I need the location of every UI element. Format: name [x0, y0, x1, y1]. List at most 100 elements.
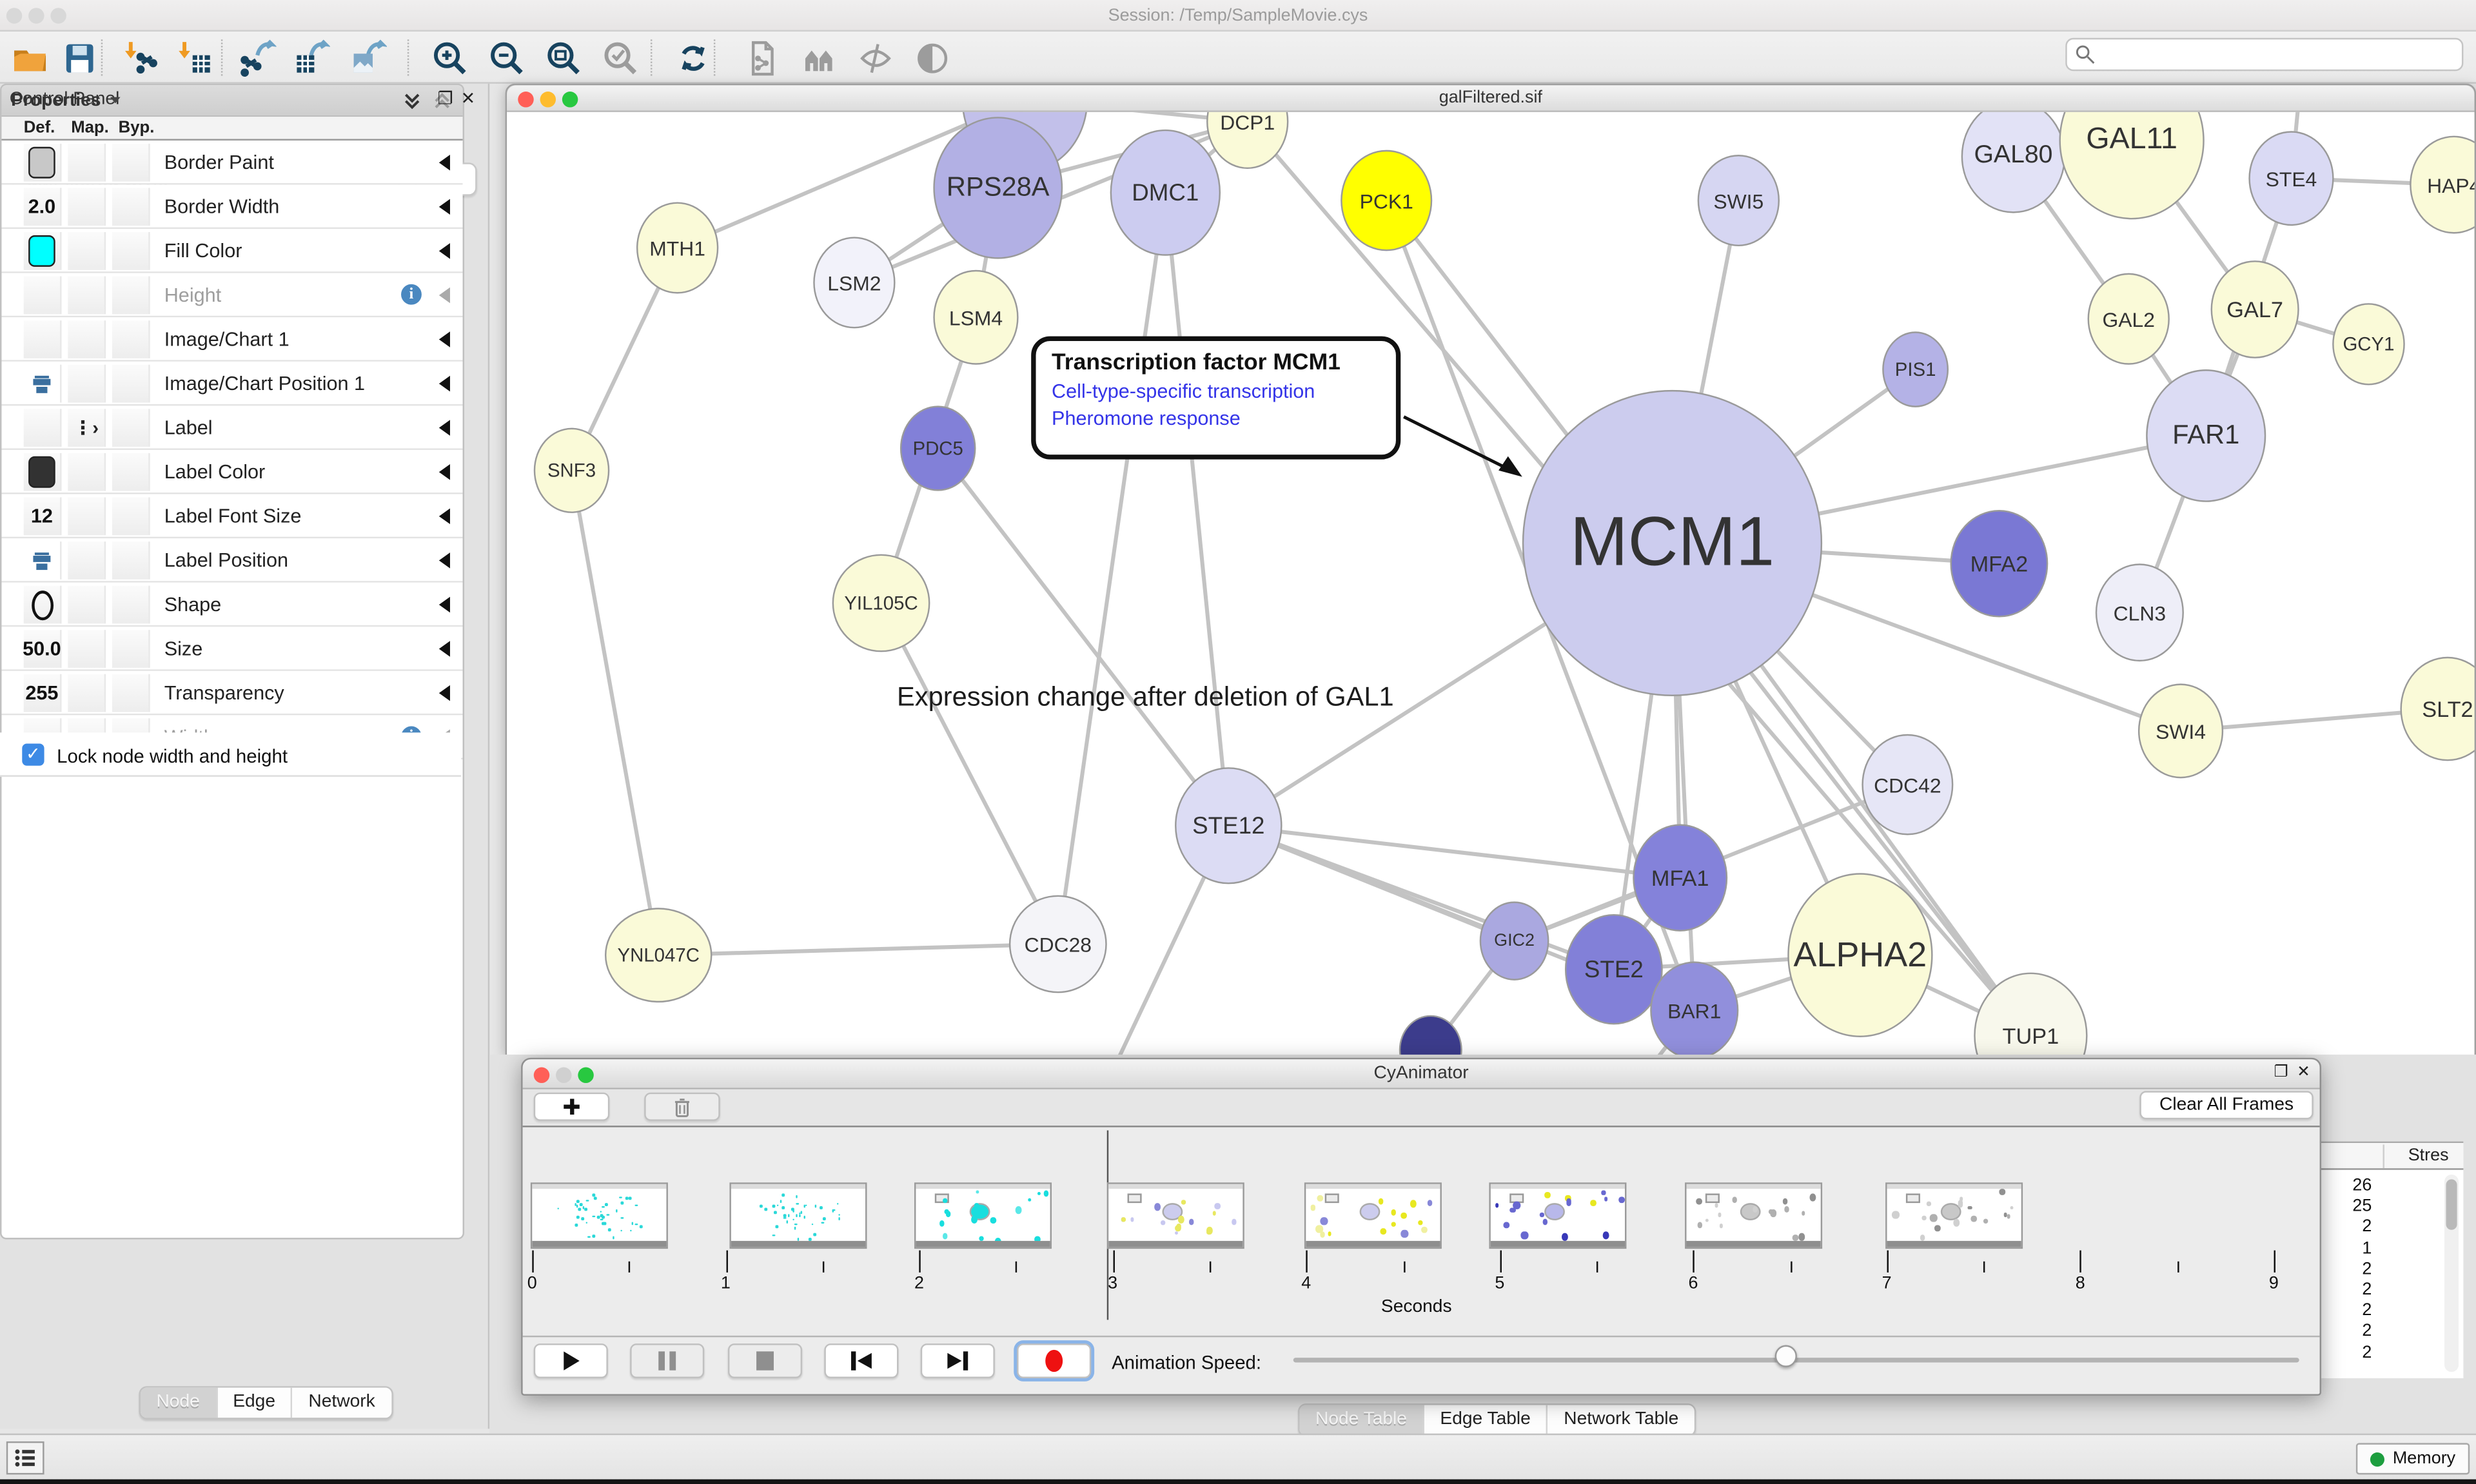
map-cell[interactable]: [68, 674, 106, 712]
def-cell[interactable]: [24, 409, 62, 447]
network-node-ste4[interactable]: STE4: [2248, 131, 2334, 226]
network-node-ynl047c[interactable]: YNL047C: [605, 908, 712, 1002]
minimize-icon[interactable]: [540, 92, 556, 107]
close-panel-icon[interactable]: ✕: [461, 88, 476, 109]
network-node-pis1[interactable]: PIS1: [1882, 331, 1949, 407]
frame-thumbnail-0[interactable]: [531, 1182, 668, 1249]
property-row-border-paint[interactable]: Border Paint: [1, 141, 462, 185]
export-image-button[interactable]: [344, 36, 391, 79]
property-row-label-position[interactable]: Label Position: [1, 538, 462, 583]
maximize-icon[interactable]: [578, 1068, 593, 1083]
refresh-layout-button[interactable]: [669, 36, 716, 79]
expand-all-icon[interactable]: [401, 89, 423, 111]
byp-cell[interactable]: [112, 630, 150, 668]
expand-row-icon[interactable]: [439, 552, 450, 568]
def-cell[interactable]: [24, 144, 62, 182]
tab-network[interactable]: Network: [293, 1388, 391, 1418]
def-cell[interactable]: [24, 320, 62, 358]
network-node-cdc28[interactable]: CDC28: [1009, 895, 1107, 993]
property-row-height[interactable]: Heighti: [1, 273, 462, 318]
map-cell[interactable]: [68, 365, 106, 403]
previous-frame-button[interactable]: [824, 1343, 898, 1378]
network-node-gal7[interactable]: GAL7: [2211, 260, 2299, 358]
network-node-yil105c[interactable]: YIL105C: [832, 554, 930, 652]
window-close-button[interactable]: [6, 8, 22, 23]
network-node-swi4[interactable]: SWI4: [2138, 683, 2223, 778]
task-history-button[interactable]: [6, 1441, 44, 1474]
map-cell[interactable]: [68, 542, 106, 580]
byp-cell[interactable]: [112, 453, 150, 491]
expand-row-icon[interactable]: [439, 331, 450, 347]
map-cell[interactable]: [68, 188, 106, 226]
float-panel-icon[interactable]: ❐: [438, 88, 453, 109]
add-frame-button[interactable]: [534, 1093, 610, 1121]
network-node-ste12[interactable]: STE12: [1175, 767, 1282, 884]
annotation-box[interactable]: Transcription factor MCM1 Cell-type-spec…: [1031, 337, 1400, 460]
scrollbar-thumb[interactable]: [2446, 1179, 2457, 1229]
memory-button[interactable]: Memory: [2357, 1443, 2470, 1474]
pause-button[interactable]: [630, 1343, 704, 1378]
network-node-gal2[interactable]: GAL2: [2088, 273, 2170, 365]
def-cell[interactable]: 255: [24, 674, 62, 712]
byp-cell[interactable]: [112, 232, 150, 270]
expand-row-icon[interactable]: [439, 597, 450, 612]
frame-thumbnail-4[interactable]: [1304, 1182, 1442, 1249]
expand-row-icon[interactable]: [439, 420, 450, 435]
byp-cell[interactable]: [112, 586, 150, 624]
byp-cell[interactable]: [112, 188, 150, 226]
def-cell[interactable]: 50.0: [24, 630, 62, 668]
def-cell[interactable]: [24, 542, 62, 580]
map-cell[interactable]: [68, 453, 106, 491]
expand-row-icon[interactable]: [439, 509, 450, 524]
property-row-label-color[interactable]: Label Color: [1, 450, 462, 494]
network-node-ste2[interactable]: STE2: [1565, 914, 1663, 1024]
network-node-snf3[interactable]: SNF3: [534, 428, 610, 513]
column-stress[interactable]: Stres: [2408, 1146, 2449, 1165]
network-node-swi5[interactable]: SWI5: [1698, 155, 1780, 246]
maximize-icon[interactable]: [562, 92, 578, 107]
timeline-strip[interactable]: 0123456789 Seconds: [523, 1126, 2320, 1333]
tab-edge-table[interactable]: Edge Table: [1424, 1405, 1548, 1436]
annotation-link-2[interactable]: Pheromone response: [1052, 407, 1380, 429]
def-cell[interactable]: [24, 453, 62, 491]
expression-annotation[interactable]: Expression change after deletion of GAL1: [897, 682, 1394, 714]
byp-cell[interactable]: [112, 542, 150, 580]
network-node-alpha2[interactable]: ALPHA2: [1787, 873, 1932, 1037]
close-icon[interactable]: [534, 1068, 549, 1083]
expand-row-icon[interactable]: [439, 155, 450, 170]
expand-row-icon[interactable]: [439, 243, 450, 259]
search-input[interactable]: [2065, 38, 2463, 71]
first-neighbors-button[interactable]: [796, 36, 843, 79]
property-row-shape[interactable]: Shape: [1, 583, 462, 627]
map-cell[interactable]: [68, 586, 106, 624]
close-window-icon[interactable]: ✕: [2297, 1064, 2310, 1082]
slider-handle[interactable]: [1775, 1345, 1797, 1367]
byp-cell[interactable]: [112, 674, 150, 712]
zoom-in-button[interactable]: [426, 36, 473, 79]
network-window-titlebar[interactable]: galFiltered.sif: [507, 85, 2474, 112]
expand-row-icon[interactable]: [439, 199, 450, 215]
info-icon[interactable]: i: [401, 284, 422, 305]
property-row-fill-color[interactable]: Fill Color: [1, 229, 462, 273]
network-node-bar1[interactable]: BAR1: [1650, 961, 1738, 1056]
annotation-link-1[interactable]: Cell-type-specific transcription: [1052, 380, 1380, 402]
property-row-transparency[interactable]: 255Transparency: [1, 671, 462, 716]
map-cell[interactable]: [68, 277, 106, 315]
network-node-lsm4[interactable]: LSM4: [933, 270, 1018, 365]
tab-edge[interactable]: Edge: [217, 1388, 293, 1418]
property-row-size[interactable]: 50.0Size: [1, 627, 462, 671]
network-node-mth1[interactable]: MTH1: [636, 202, 718, 293]
map-cell[interactable]: [68, 497, 106, 535]
network-node-cln3[interactable]: CLN3: [2096, 563, 2184, 661]
network-node-pdc5[interactable]: PDC5: [900, 405, 976, 491]
def-cell[interactable]: [24, 277, 62, 315]
column-divider[interactable]: [2383, 1145, 2384, 1169]
network-node-mfa2[interactable]: MFA2: [1950, 510, 2048, 618]
close-icon[interactable]: [518, 92, 533, 107]
expand-row-icon[interactable]: [439, 376, 450, 391]
import-table-button[interactable]: [170, 36, 217, 79]
network-node-rps28a[interactable]: RPS28A: [933, 117, 1063, 259]
open-file-button[interactable]: [6, 36, 54, 79]
tab-node[interactable]: Node: [141, 1388, 217, 1418]
frame-thumbnail-6[interactable]: [1685, 1182, 1822, 1249]
